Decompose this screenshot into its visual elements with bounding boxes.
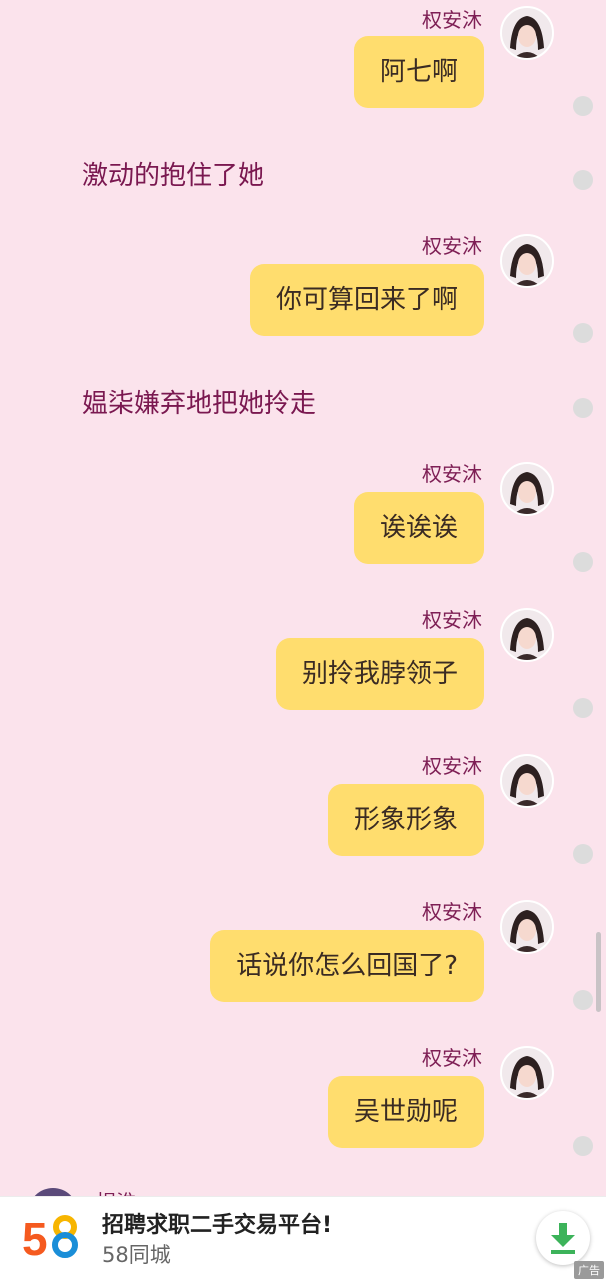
download-button[interactable] [536, 1211, 590, 1265]
sender-avatar[interactable] [500, 462, 554, 516]
sender-name: 权安沐 [422, 754, 482, 778]
sender-avatar[interactable] [500, 608, 554, 662]
message-select-dot[interactable] [573, 990, 593, 1010]
sender-name: 权安沐 [422, 1046, 482, 1070]
message-select-dot[interactable] [573, 96, 593, 116]
message-select-dot[interactable] [573, 170, 593, 190]
message-select-dot[interactable] [573, 1136, 593, 1156]
sender-avatar[interactable] [500, 234, 554, 288]
sender-name: 权安沐 [422, 8, 482, 32]
message-bubble[interactable]: 诶诶诶 [353, 492, 484, 564]
sender-name: 权安沐 [422, 462, 482, 486]
message-select-dot[interactable] [573, 698, 593, 718]
ad-tag: 广告 [574, 1261, 604, 1279]
sender-name: 权安沐 [422, 234, 482, 258]
narration-text: 激动的抱住了她 [82, 161, 265, 191]
ad-title: 招聘求职二手交易平台! [102, 1213, 333, 1238]
message-bubble[interactable]: 吴世勋呢 [327, 1076, 484, 1148]
message-select-dot[interactable] [573, 398, 593, 418]
58-logo: 5 [22, 1213, 82, 1265]
sender-name: 权安沐 [422, 900, 482, 924]
narration-text: 媪柒嫌弃地把她拎走 [82, 389, 317, 419]
message-bubble[interactable]: 你可算回来了啊 [249, 264, 484, 336]
ad-banner[interactable]: 5 招聘求职二手交易平台! 58同城 广告 [0, 1196, 606, 1281]
sender-avatar[interactable] [500, 900, 554, 954]
message-bubble[interactable]: 形象形象 [327, 784, 484, 856]
download-icon [551, 1223, 575, 1254]
message-bubble[interactable]: 别拎我脖领子 [275, 638, 484, 710]
message-select-dot[interactable] [573, 552, 593, 572]
message-select-dot[interactable] [573, 844, 593, 864]
scrollbar[interactable] [596, 932, 601, 1012]
ad-subtitle: 58同城 [102, 1243, 171, 1267]
message-bubble[interactable]: 话说你怎么回国了? [210, 930, 484, 1002]
message-bubble[interactable]: 阿七啊 [353, 36, 484, 108]
sender-avatar[interactable] [500, 6, 554, 60]
message-select-dot[interactable] [573, 323, 593, 343]
sender-avatar[interactable] [500, 754, 554, 808]
sender-avatar[interactable] [500, 1046, 554, 1100]
svg-text:5: 5 [22, 1213, 48, 1263]
sender-name: 权安沐 [422, 608, 482, 632]
